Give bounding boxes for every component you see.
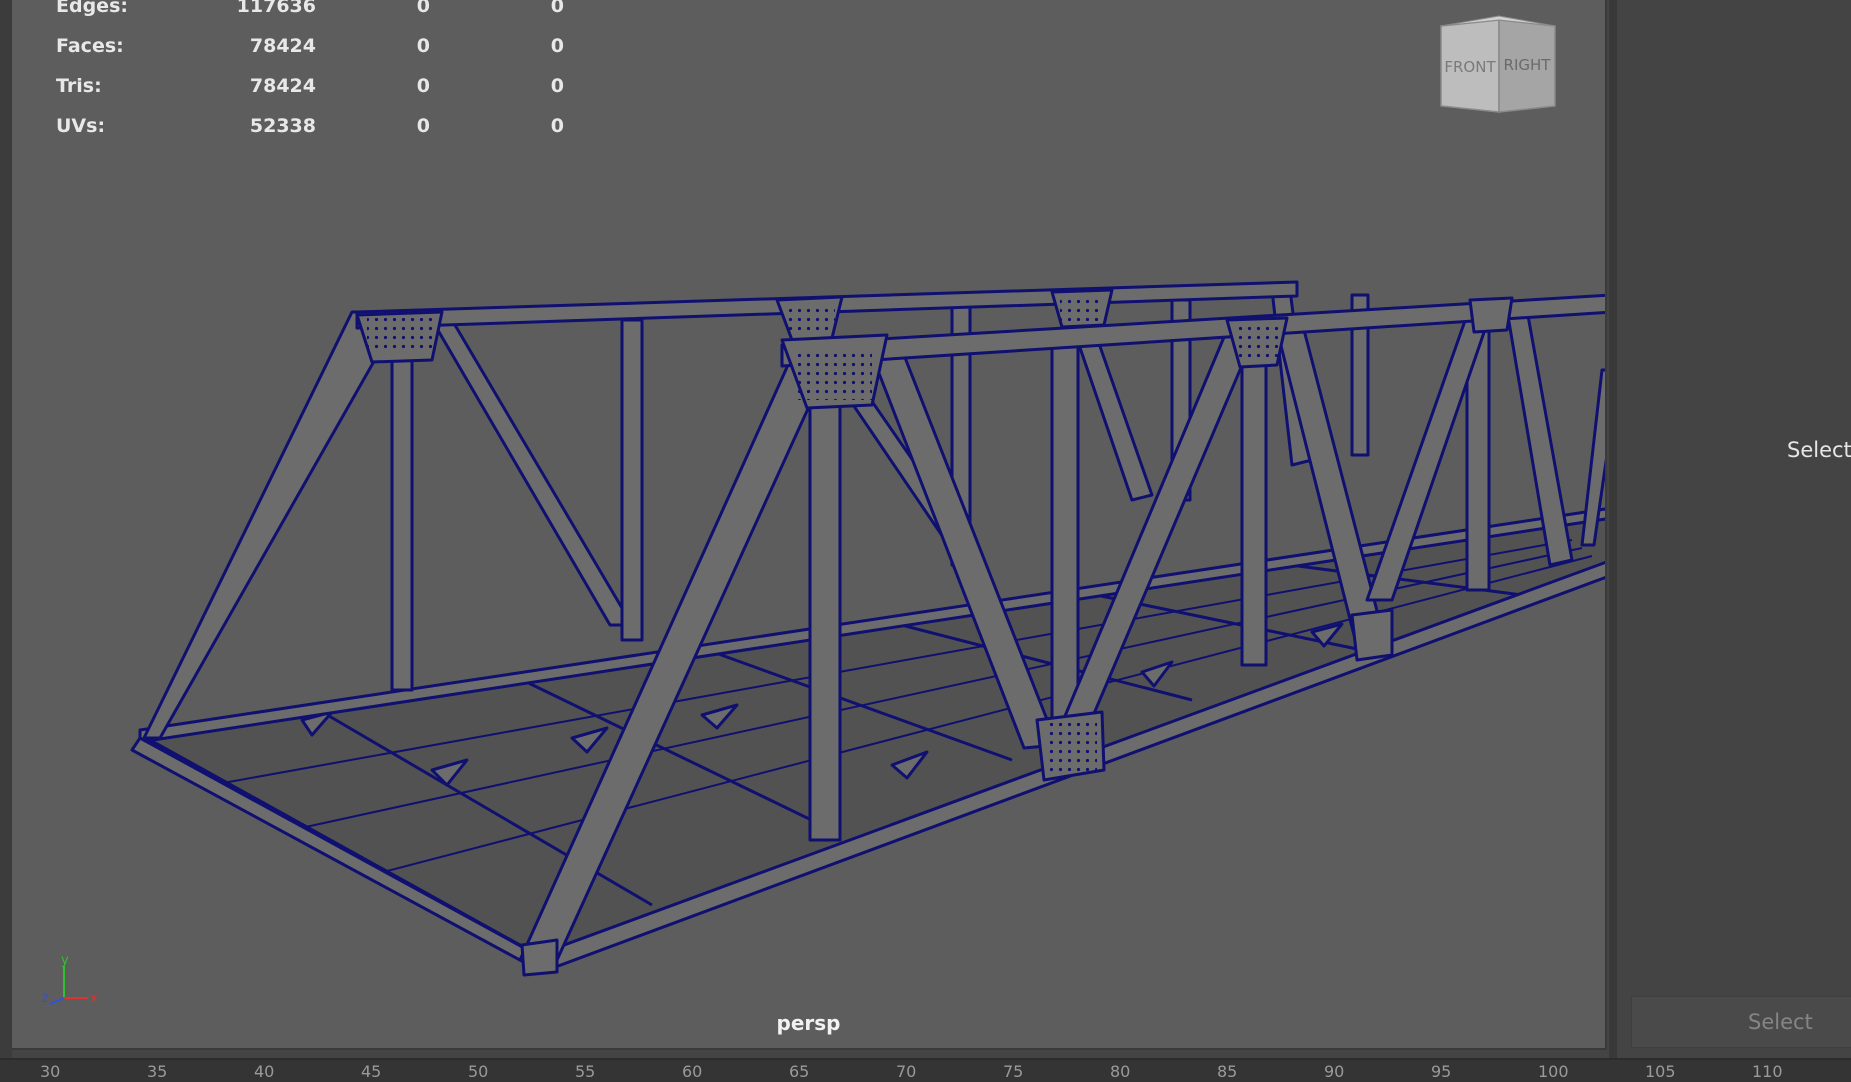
timeline-tick-label: 35 — [147, 1062, 168, 1081]
hud-selected-value: 0 — [416, 35, 430, 57]
hud-row: UVs: 52338 0 0 — [44, 108, 564, 144]
timeline-tick-label: 45 — [361, 1062, 382, 1081]
hud-row-label: Edges: — [56, 0, 128, 17]
view-cube[interactable]: FRONT RIGHT — [1427, 12, 1577, 130]
axis-x-label: x — [90, 991, 98, 1006]
timeline-tick-label: 30 — [40, 1062, 61, 1081]
hud-triangles-value: 0 — [550, 115, 564, 137]
timeline-tick-label: 75 — [1003, 1062, 1024, 1081]
axis-z-label: z — [42, 991, 49, 1006]
timeline-tick-label: 85 — [1217, 1062, 1238, 1081]
timeline-tick-label: 55 — [575, 1062, 596, 1081]
hud-selected-value: 0 — [416, 0, 430, 17]
timeline-tick-label: 105 — [1645, 1062, 1676, 1081]
hud-total-value: 117636 — [236, 0, 316, 17]
hud-row-label: Faces: — [56, 35, 124, 57]
timeline-tick-label: 50 — [468, 1062, 489, 1081]
timeline-tick-label: 95 — [1431, 1062, 1452, 1081]
axis-gizmo-icon: y x z — [42, 953, 98, 1006]
panel-message: Select a — [1787, 438, 1851, 462]
timeline-tick-label: 90 — [1324, 1062, 1345, 1081]
timeline-tick-label: 40 — [254, 1062, 275, 1081]
hud-selected-value: 0 — [416, 115, 430, 137]
left-edge-strip — [0, 0, 12, 1080]
hud-row: Edges: 117636 0 0 — [44, 0, 564, 24]
hud-selected-value: 0 — [416, 75, 430, 97]
hud-total-value: 78424 — [249, 35, 316, 57]
bridge-truss-model[interactable] — [12, 0, 1607, 1050]
timeline-tick-label: 100 — [1538, 1062, 1569, 1081]
hud-total-value: 52338 — [249, 115, 316, 137]
select-button[interactable]: Select — [1631, 996, 1851, 1048]
timeline-tick-label: 65 — [789, 1062, 810, 1081]
axis-y-label: y — [61, 953, 69, 968]
hud-total-value: 78424 — [249, 75, 316, 97]
timeline-tick-label: 70 — [896, 1062, 917, 1081]
view-cube-front-label: FRONT — [1444, 58, 1496, 76]
camera-name-label: persp — [776, 1011, 841, 1035]
time-slider[interactable]: 30 35 40 45 50 55 60 65 70 75 80 85 90 95 100 105 110 — [0, 1058, 1851, 1082]
hud-row: Faces: 78424 0 0 — [44, 28, 564, 64]
timeline-tick-label: 60 — [682, 1062, 703, 1081]
hud-row-label: Tris: — [56, 75, 102, 97]
hud-triangles-value: 0 — [550, 35, 564, 57]
hud-triangles-value: 0 — [550, 0, 564, 17]
hud-row-label: UVs: — [56, 115, 106, 137]
perspective-viewport[interactable]: Edges: 117636 0 0 Faces: 78424 0 0 Tris: 78424 0 0 U… — [12, 0, 1607, 1050]
right-side-panel: Select a Select — [1609, 0, 1851, 1060]
hud-row: Tris: 78424 0 0 — [44, 68, 564, 104]
timeline-tick-label: 80 — [1110, 1062, 1131, 1081]
view-cube-right-label: RIGHT — [1504, 56, 1552, 74]
timeline-tick-label: 110 — [1752, 1062, 1783, 1081]
hud-triangles-value: 0 — [550, 75, 564, 97]
